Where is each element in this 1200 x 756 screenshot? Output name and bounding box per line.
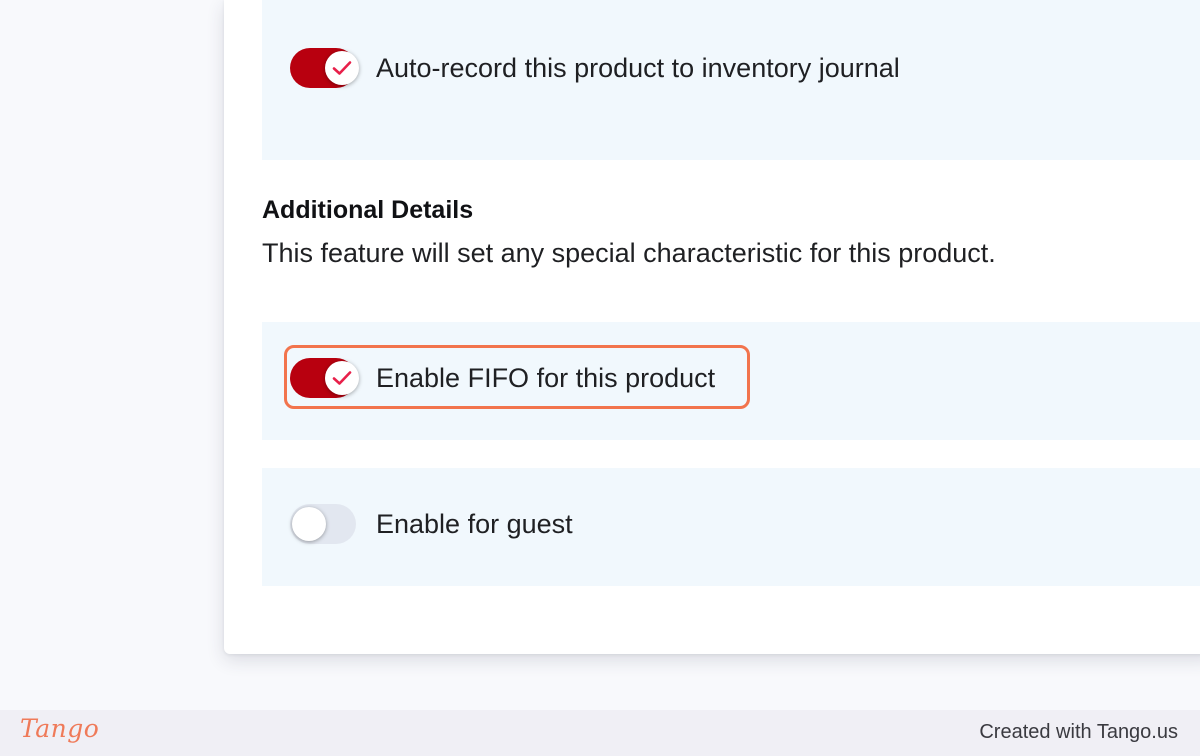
- section-description: This feature will set any special charac…: [262, 238, 996, 268]
- created-with-credit[interactable]: Created with Tango.us: [979, 721, 1178, 744]
- guest-toggle[interactable]: [290, 503, 360, 545]
- fifo-label: Enable FIFO for this product: [376, 362, 716, 393]
- tango-logo[interactable]: Tango: [20, 714, 99, 743]
- checkmark-icon: [332, 371, 352, 385]
- checkmark-icon: [332, 61, 352, 75]
- auto-record-toggle[interactable]: [290, 47, 360, 89]
- guest-setting: Enable for guest: [290, 502, 573, 546]
- toggle-knob: [325, 51, 359, 85]
- auto-record-label: Auto-record this product to inventory jo…: [376, 52, 900, 83]
- toggle-knob: [292, 507, 326, 541]
- guest-label: Enable for guest: [376, 508, 573, 539]
- footer-bar: Tango Created with Tango.us: [0, 710, 1200, 756]
- fifo-setting: Enable FIFO for this product: [290, 356, 715, 400]
- section-title: Additional Details: [262, 196, 474, 224]
- toggle-knob: [325, 361, 359, 395]
- fifo-toggle[interactable]: [290, 357, 360, 399]
- auto-record-setting: Auto-record this product to inventory jo…: [290, 46, 900, 90]
